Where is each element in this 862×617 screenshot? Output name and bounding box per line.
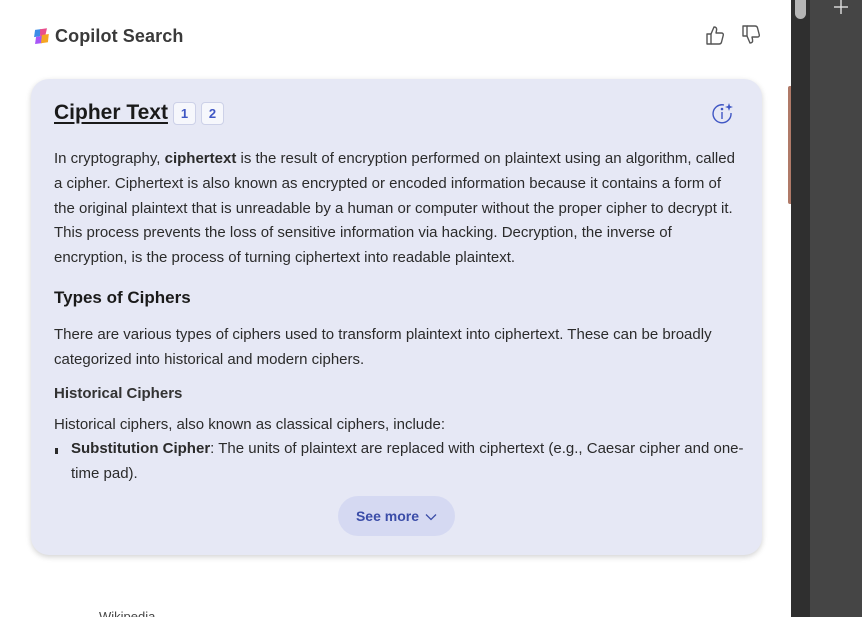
scrollbar-track[interactable] [791, 0, 810, 617]
intro-bold-term: ciphertext [164, 150, 237, 167]
answer-card: Cipher Text 1 2 In cryptography, ciphert… [31, 79, 762, 555]
info-sparkle-icon[interactable] [710, 101, 736, 127]
card-title-row: Cipher Text 1 2 [54, 101, 224, 125]
plus-icon[interactable] [830, 0, 852, 18]
historical-intro: Historical ciphers, also known as classi… [54, 415, 445, 433]
source-label-partial[interactable]: Wikipedia [99, 609, 155, 617]
card-content: In cryptography, ciphertext is the resul… [54, 147, 744, 487]
copilot-search-header: Copilot Search [32, 24, 183, 48]
copilot-logo-icon [32, 26, 52, 46]
browser-side-panel [810, 0, 862, 617]
chevron-down-icon [425, 508, 437, 524]
intro-paragraph: In cryptography, ciphertext is the resul… [54, 150, 735, 267]
thumbs-down-icon[interactable] [740, 22, 762, 48]
card-title-link[interactable]: Cipher Text [54, 101, 168, 125]
see-more-button[interactable]: See more [338, 496, 455, 536]
brand-title: Copilot Search [55, 25, 184, 46]
historical-heading: Historical Ciphers [54, 384, 183, 402]
types-heading: Types of Ciphers [54, 287, 191, 307]
citation-badge-2[interactable]: 2 [200, 101, 224, 125]
scrollbar-thumb[interactable] [795, 0, 806, 19]
types-paragraph: There are various types of ciphers used … [54, 325, 712, 368]
see-more-label: See more [355, 508, 420, 524]
citation-badge-1[interactable]: 1 [172, 101, 196, 125]
thumbs-up-icon[interactable] [704, 22, 726, 48]
feedback-controls [704, 22, 762, 48]
list-item: Substitution Cipher: The units of plaint… [54, 437, 744, 487]
